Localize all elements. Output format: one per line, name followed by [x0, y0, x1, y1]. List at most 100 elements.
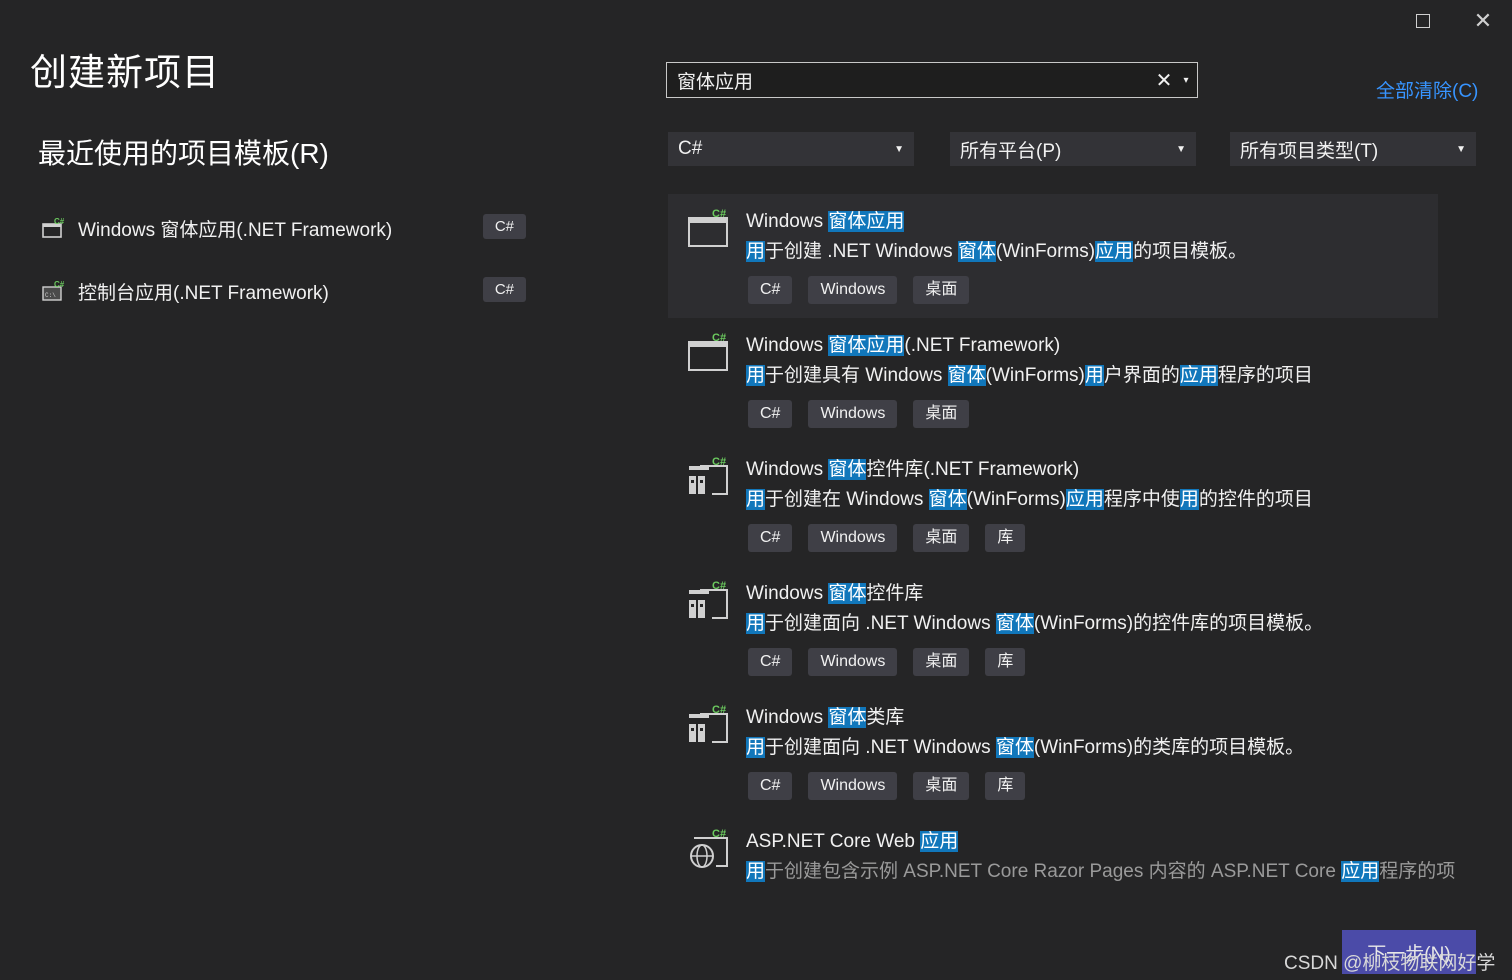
- tag-badge: Windows: [808, 772, 898, 800]
- language-filter[interactable]: C# ▼: [668, 132, 914, 166]
- search-match-highlight: 窗体: [995, 737, 1034, 758]
- template-item[interactable]: C# Windows 窗体控件库(.NET Framework) 用于创建在 Win…: [668, 442, 1438, 566]
- text-segment: Windows: [746, 211, 829, 232]
- svg-text:C#: C#: [712, 828, 726, 840]
- svg-text:C#: C#: [712, 704, 726, 716]
- tag-badge: C#: [748, 524, 793, 552]
- template-description: 用于创建在 Windows 窗体(WinForms)应用程序中使用的控件的项目: [746, 484, 1313, 511]
- clear-all-link[interactable]: 全部清除(C): [1376, 76, 1478, 103]
- search-match-highlight: 用: [746, 365, 766, 386]
- search-match-highlight: 窗体: [828, 459, 867, 480]
- control-library-icon: C#: [686, 454, 732, 498]
- search-match-highlight: 窗体: [995, 613, 1034, 634]
- web-app-icon: C#: [686, 826, 732, 870]
- search-match-highlight: 应用: [1341, 861, 1380, 882]
- template-item[interactable]: C# Windows 窗体类库 用于创建面向 .NET Windows 窗体(Win…: [668, 690, 1438, 814]
- winforms-app-icon: C#: [686, 206, 732, 250]
- tag-badge: 库: [985, 648, 1026, 676]
- text-segment: 于创建面向 .NET Windows: [765, 737, 996, 758]
- tag-badge: Windows: [808, 276, 898, 304]
- template-tags: C# Windows 桌面库: [748, 648, 1026, 676]
- text-segment: 于创建面向 .NET Windows: [765, 613, 996, 634]
- tag-badge: Windows: [808, 524, 898, 552]
- close-button[interactable]: ✕: [1466, 6, 1500, 36]
- svg-text:C#: C#: [712, 208, 726, 220]
- template-description: 用于创建具有 Windows 窗体(WinForms)用户界面的应用程序的项目: [746, 360, 1313, 387]
- text-segment: 类库: [866, 707, 905, 728]
- platform-filter[interactable]: 所有平台(P) ▼: [950, 132, 1196, 166]
- recent-item-winforms[interactable]: C# Windows 窗体应用(.NET Framework) C#: [40, 210, 530, 246]
- tag-badge: C#: [748, 648, 793, 676]
- svg-text:C#: C#: [712, 580, 726, 592]
- tag-badge: 桌面: [913, 400, 970, 428]
- text-segment: 于创建包含示例 ASP.NET Core Razor Pages 内容的 ASP…: [765, 861, 1342, 882]
- text-segment: (WinForms)的控件库的项目模板。: [1033, 613, 1324, 634]
- close-icon: ✕: [1473, 8, 1493, 33]
- search-history-dropdown-icon[interactable]: ▾: [1175, 75, 1197, 86]
- language-tag: C#: [482, 277, 526, 302]
- language-filter-value: C#: [678, 138, 703, 159]
- search-match-highlight: 应用: [1179, 365, 1218, 386]
- language-tag: C#: [482, 214, 526, 239]
- project-type-filter[interactable]: 所有项目类型(T) ▼: [1230, 132, 1476, 166]
- text-segment: (.NET Framework): [904, 335, 1061, 356]
- text-segment: (WinForms): [995, 241, 1096, 262]
- search-match-highlight: 窗体: [947, 365, 986, 386]
- text-segment: Windows: [746, 583, 829, 604]
- template-item[interactable]: C# Windows 窗体控件库 用于创建面向 .NET Windows 窗体(Wi…: [668, 566, 1438, 690]
- template-description: 用于创建面向 .NET Windows 窗体(WinForms)的控件库的项目模…: [746, 608, 1323, 635]
- tag-badge: 桌面: [913, 276, 970, 304]
- tag-badge: 库: [985, 524, 1026, 552]
- chevron-down-icon: ▼: [1456, 143, 1466, 155]
- tag-badge: Windows: [808, 648, 898, 676]
- tag-badge: 桌面: [913, 524, 970, 552]
- text-segment: (WinForms)的类库的项目模板。: [1033, 737, 1305, 758]
- tag-badge: 桌面: [913, 772, 970, 800]
- tag-badge: 桌面: [913, 648, 970, 676]
- search-match-highlight: 窗体: [957, 241, 996, 262]
- control-library-icon: C#: [686, 578, 732, 622]
- tag-badge: Windows: [808, 400, 898, 428]
- search-input[interactable]: [667, 68, 1153, 92]
- text-segment: Windows: [746, 335, 829, 356]
- search-match-highlight: 窗体应用: [828, 211, 905, 232]
- platform-filter-value: 所有平台(P): [960, 140, 1062, 162]
- search-match-highlight: 应用: [1095, 241, 1134, 262]
- search-match-highlight: 用: [746, 241, 766, 262]
- template-tags: C# Windows 桌面: [748, 276, 970, 304]
- template-description: 用于创建包含示例 ASP.NET Core Razor Pages 内容的 AS…: [746, 856, 1455, 883]
- template-tags: C# Windows 桌面: [748, 400, 970, 428]
- tag-badge: C#: [748, 276, 793, 304]
- text-segment: 户界面的: [1103, 365, 1180, 386]
- chevron-down-icon: ▼: [894, 143, 904, 155]
- text-segment: Windows: [746, 707, 829, 728]
- search-match-highlight: 用: [746, 737, 766, 758]
- template-description: 用于创建 .NET Windows 窗体(WinForms)应用的项目模板。: [746, 236, 1247, 263]
- svg-text:C#: C#: [54, 280, 65, 289]
- search-match-highlight: 用: [746, 489, 766, 510]
- template-tags: C# Windows 桌面库: [748, 772, 1026, 800]
- text-segment: 程序的项目: [1217, 365, 1313, 386]
- winforms-app-icon: C#: [686, 330, 732, 374]
- text-segment: 程序中使: [1103, 489, 1180, 510]
- text-segment: ASP.NET Core Web: [746, 831, 921, 852]
- recent-item-label: Windows 窗体应用(.NET Framework): [78, 219, 393, 241]
- clear-search-icon[interactable]: ✕: [1153, 68, 1175, 93]
- template-item[interactable]: C# ASP.NET Core Web 应用 用于创建包含示例 ASP.NET Co…: [668, 814, 1455, 938]
- watermark: CSDN @柳枝物联网好学: [1284, 953, 1496, 974]
- maximize-button[interactable]: [1406, 6, 1440, 36]
- svg-text:C:\: C:\: [45, 292, 56, 299]
- text-segment: 程序的项: [1379, 861, 1456, 882]
- recent-templates-heading: 最近使用的项目模板(R): [38, 138, 329, 169]
- template-search-box[interactable]: ✕ ▾: [666, 62, 1198, 98]
- template-item[interactable]: C# Windows 窗体应用(.NET Framework) 用于创建具有 Win…: [668, 318, 1438, 442]
- search-match-highlight: 用: [746, 861, 766, 882]
- search-match-highlight: 用: [1179, 489, 1199, 510]
- text-segment: (WinForms): [966, 489, 1066, 510]
- recent-item-console[interactable]: C:\ C# 控制台应用(.NET Framework) C#: [40, 273, 530, 309]
- recent-item-label: 控制台应用(.NET Framework): [78, 282, 329, 304]
- template-item[interactable]: C# Windows 窗体应用 用于创建 .NET Windows 窗体(WinFo…: [668, 194, 1438, 318]
- template-list: C# Windows 窗体应用 用于创建 .NET Windows 窗体(WinFo…: [668, 194, 1455, 938]
- chevron-down-icon: ▼: [1176, 143, 1186, 155]
- search-match-highlight: 窗体: [928, 489, 967, 510]
